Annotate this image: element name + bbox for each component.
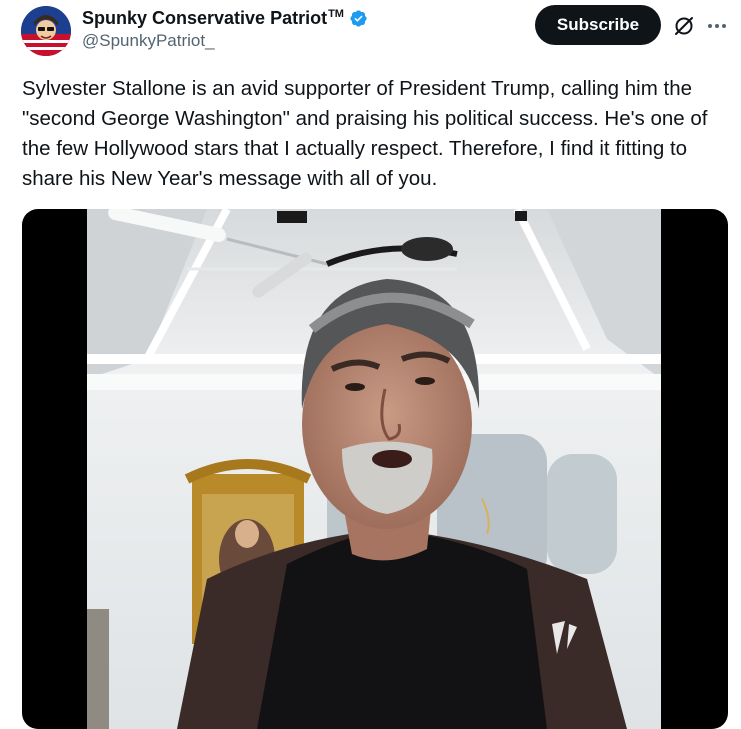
tweet-header: Spunky Conservative PatriotTM @SpunkyPat… [0,0,741,64]
author-name-row: Spunky Conservative PatriotTM [82,6,368,30]
author-display-name[interactable]: Spunky Conservative PatriotTM [82,8,344,29]
avatar-image-icon [21,6,71,56]
video-thumbnail [87,209,661,729]
tweet-text: Sylvester Stallone is an avid supporter … [22,77,708,190]
video-player[interactable] [22,209,728,729]
more-icon[interactable] [705,14,729,38]
author-handle[interactable]: @SpunkyPatriot_ [82,31,215,51]
author-avatar[interactable] [21,6,71,56]
video-frame-image [87,209,661,729]
subscribe-button[interactable]: Subscribe [535,5,661,45]
verified-badge-icon [350,9,367,27]
grok-icon[interactable] [672,14,696,38]
trademark-symbol: TM [328,7,344,20]
